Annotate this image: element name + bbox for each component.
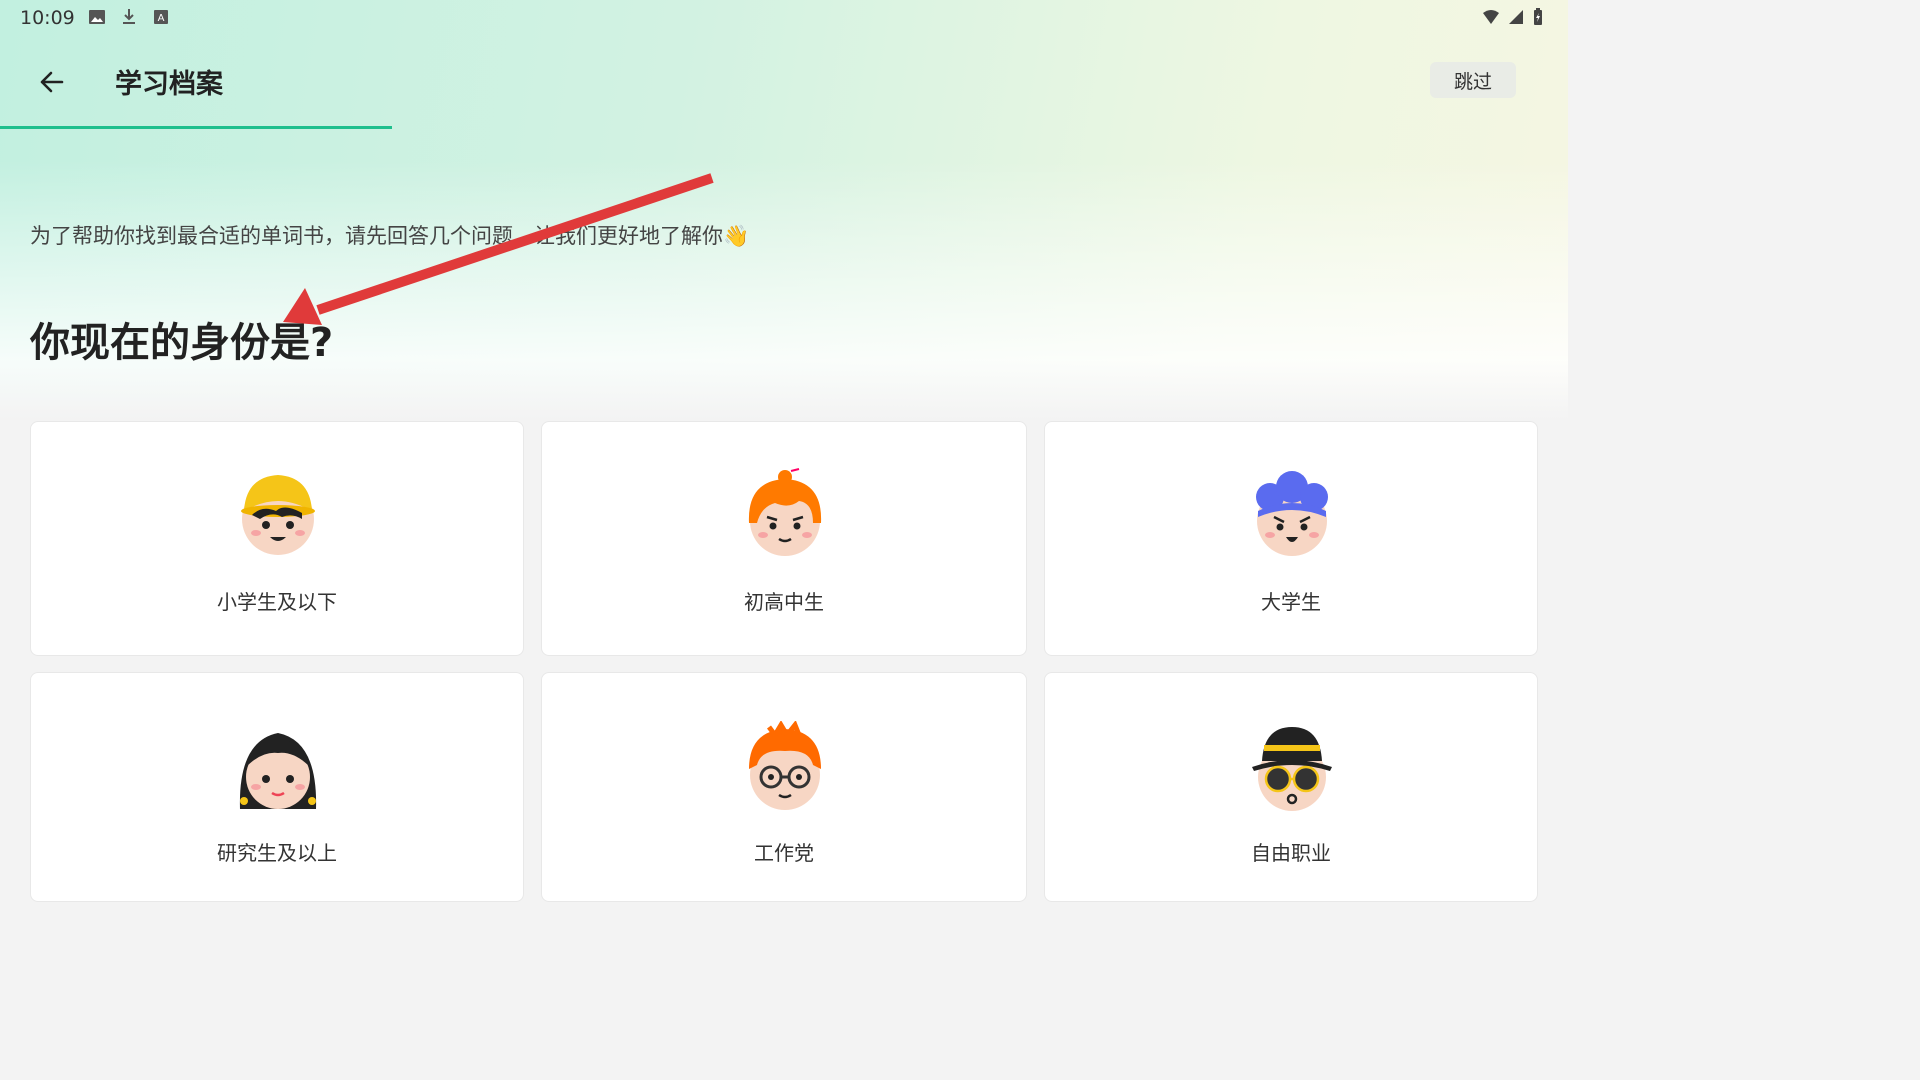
option-card-graduate[interactable]: 研究生及以上 (30, 672, 524, 902)
back-button[interactable] (30, 60, 74, 104)
skip-button[interactable]: 跳过 (1430, 62, 1516, 98)
option-label: 研究生及以上 (217, 841, 337, 865)
college-student-avatar-icon (1256, 471, 1328, 556)
option-label: 大学生 (1261, 590, 1321, 614)
option-card-worker[interactable]: 工作党 (541, 672, 1027, 902)
option-card-freelancer[interactable]: 自由职业 (1044, 672, 1538, 902)
graduate-student-avatar-icon (239, 733, 317, 809)
signal-icon (1509, 10, 1523, 24)
keyboard-notification-icon: A (154, 10, 168, 24)
primary-student-avatar-icon (241, 475, 315, 555)
worker-avatar-icon (749, 721, 821, 810)
battery-icon (1534, 8, 1542, 25)
option-card-college[interactable]: 大学生 (1044, 421, 1538, 656)
option-label: 初高中生 (744, 590, 824, 614)
image-notification-icon (89, 10, 105, 24)
progress-fill (0, 126, 392, 129)
option-label: 工作党 (754, 841, 814, 865)
download-notification-icon (123, 9, 135, 24)
progress-bar (0, 126, 1568, 129)
question-title: 你现在的身份是? (30, 320, 334, 366)
page-title: 学习档案 (115, 69, 223, 100)
intro-text: 为了帮助你找到最合适的单词书，请先回答几个问题，让我们更好地了解你👋 (30, 224, 750, 248)
freelancer-avatar-icon (1252, 727, 1332, 811)
status-bar: 10:09 A (0, 0, 1568, 36)
wifi-icon (1483, 10, 1499, 24)
toolbar: 学习档案 跳过 (0, 50, 1568, 110)
option-card-middle-high-school[interactable]: 初高中生 (541, 421, 1027, 656)
option-label: 自由职业 (1251, 841, 1331, 865)
arrow-left-icon (40, 71, 64, 93)
status-time: 10:09 (20, 7, 75, 29)
svg-text:A: A (158, 13, 165, 24)
option-label: 小学生及以下 (217, 590, 337, 614)
option-card-primary-school[interactable]: 小学生及以下 (30, 421, 524, 656)
middle-school-student-avatar-icon (748, 468, 822, 556)
